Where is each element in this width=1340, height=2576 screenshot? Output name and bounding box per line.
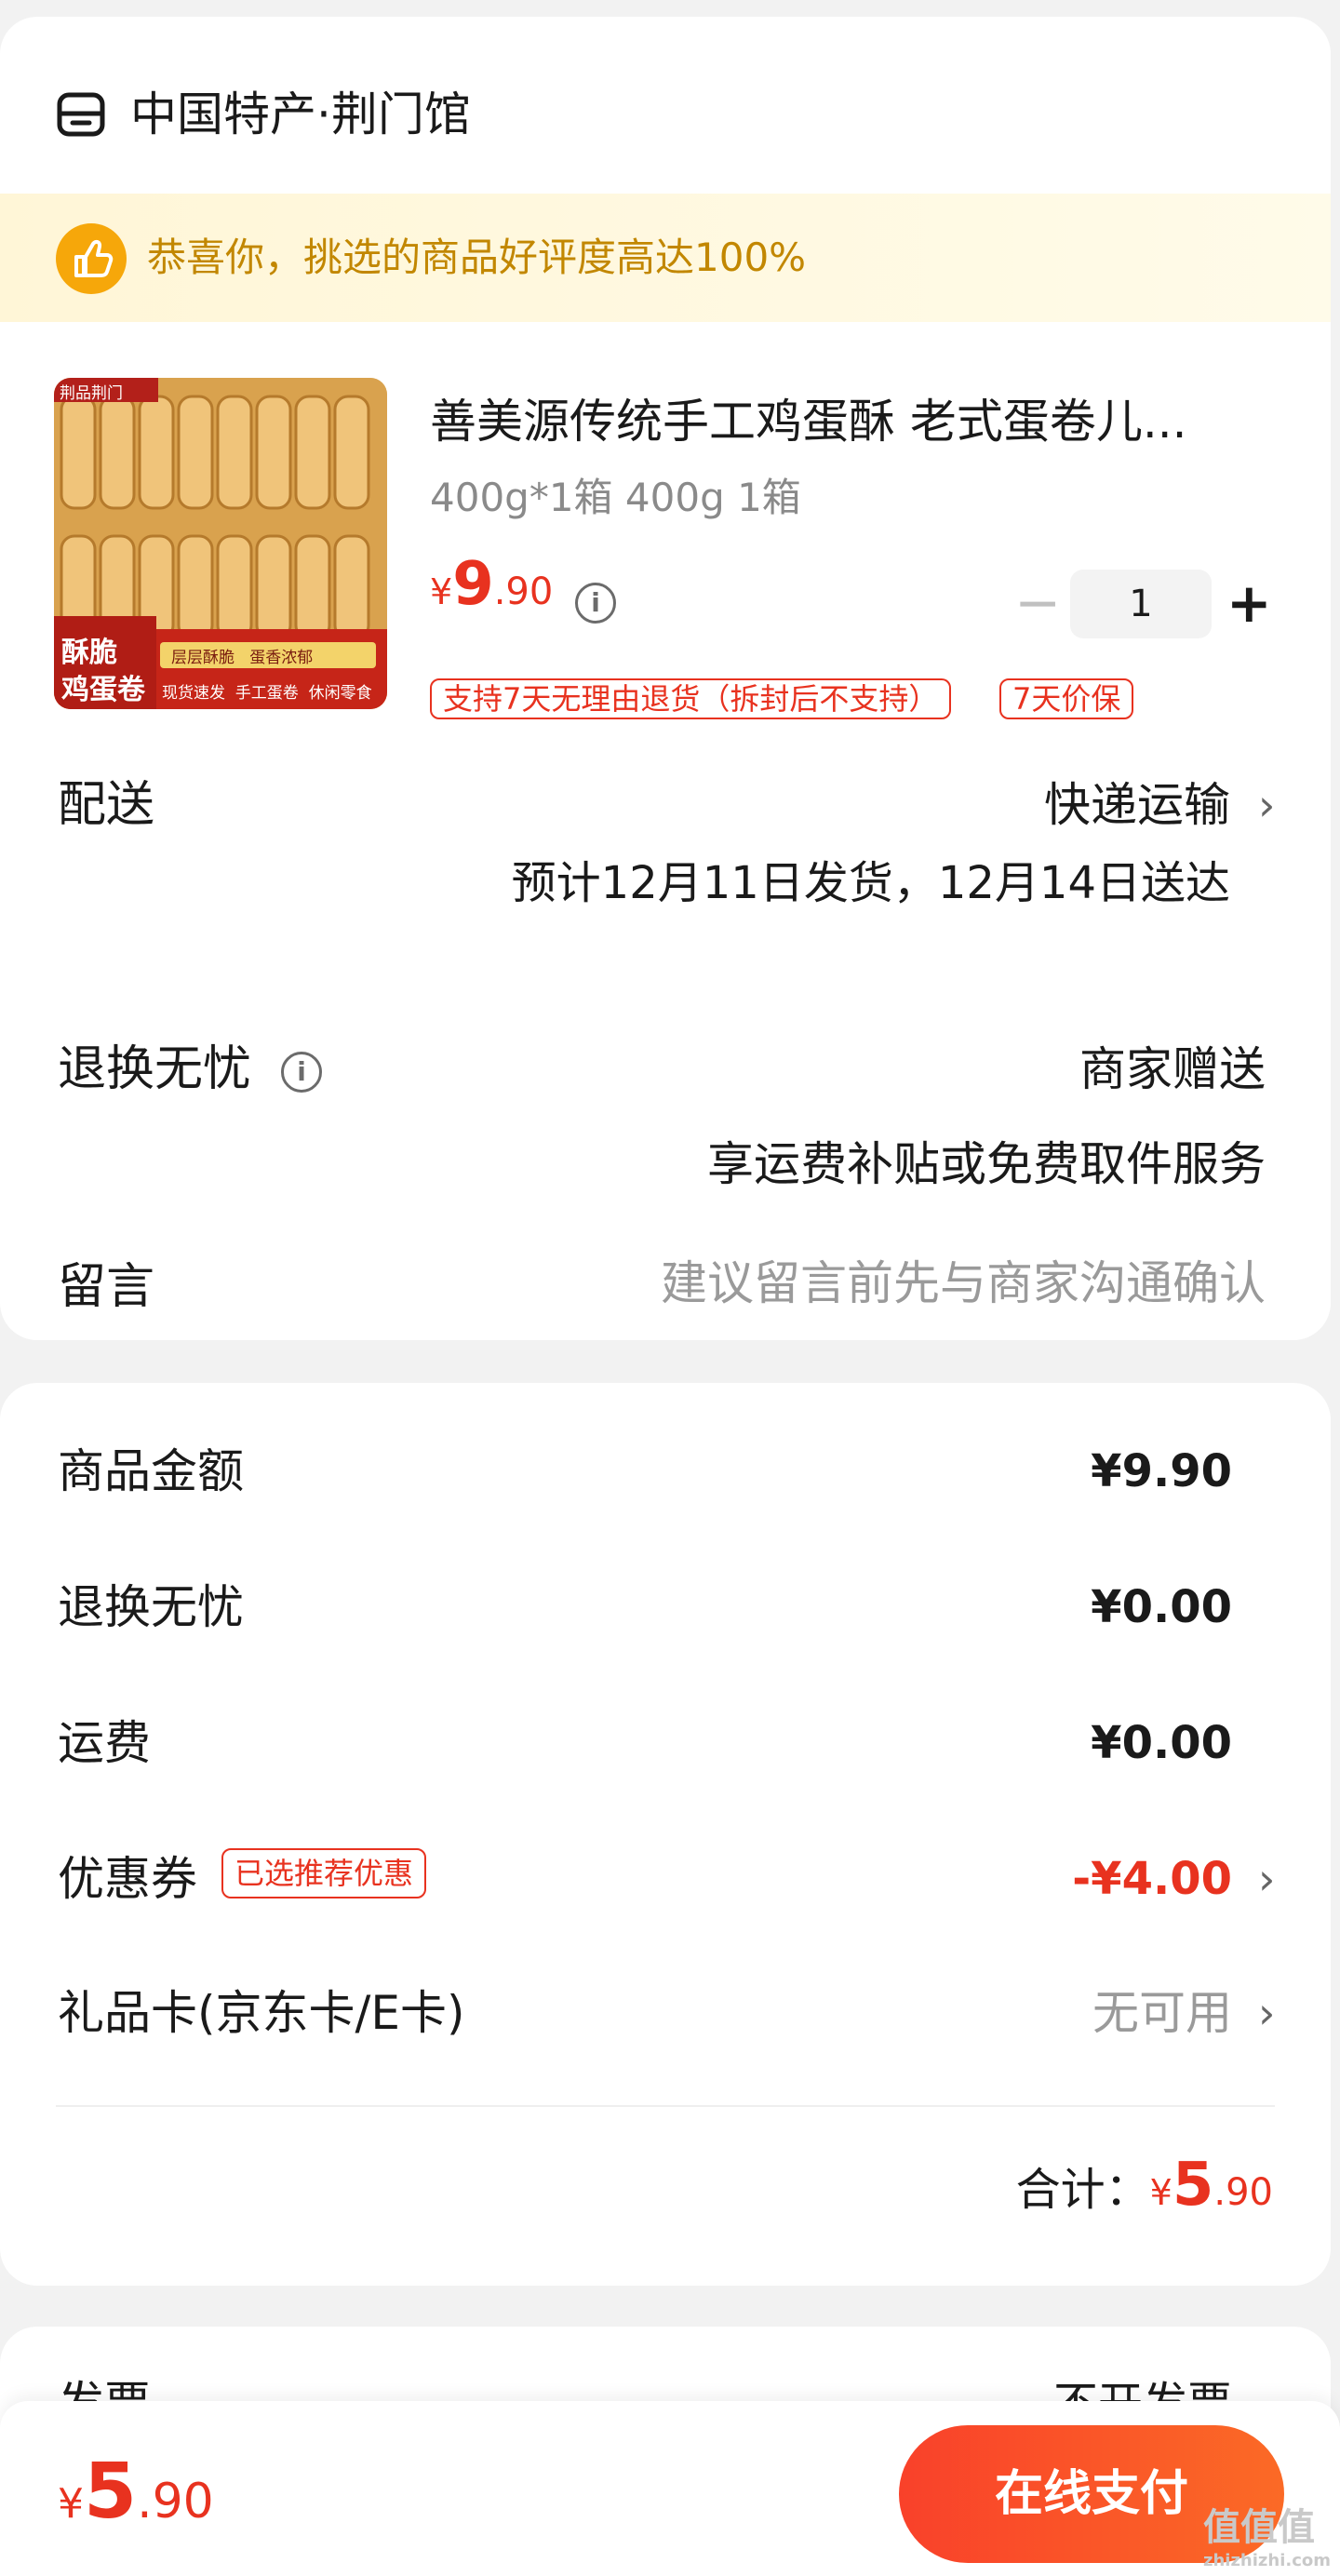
product-price: ¥9.90	[430, 547, 553, 637]
return-fee-label: 退换无忧	[58, 1580, 244, 1634]
goods-amount-value: ¥9.90	[1091, 1445, 1232, 1497]
summary-divider	[56, 2105, 1275, 2107]
coupon-label: 优惠券	[58, 1852, 197, 1906]
return-service-info-icon[interactable]: i	[281, 1052, 322, 1093]
shipping-fee-label: 运费	[58, 1716, 151, 1770]
store-name[interactable]: 中国特产·荆门馆	[130, 84, 471, 145]
product-image-features: 现货速发 手工蛋卷 休闲零食	[162, 679, 372, 703]
product-image-slogan4: 手工蛋卷	[234, 684, 299, 703]
giftcard-value[interactable]: 无可用	[1092, 1980, 1232, 2046]
price-protect-tag: 7天价保	[999, 678, 1134, 719]
checkout-price-int: 5	[84, 2448, 138, 2536]
product-spec[interactable]: 400g*1箱 400g 1箱	[430, 471, 801, 525]
goods-amount-label: 商品金额	[58, 1444, 244, 1498]
checkout-price-dec: .90	[137, 2474, 214, 2529]
watermark-sub: zhizhizhi.com	[1202, 2551, 1331, 2570]
product-image-brand: 荆品荆门	[60, 384, 123, 403]
coupon-value[interactable]: -¥4.00	[1072, 1846, 1232, 1912]
delivery-method[interactable]: 快递运输	[1044, 772, 1230, 838]
product-price-currency: ¥	[430, 571, 453, 612]
product-price-int: 9	[452, 550, 494, 619]
delivery-label: 配送	[58, 777, 155, 833]
rating-banner: 恭喜你，挑选的商品好评度高达100%	[0, 194, 1331, 322]
product-image-name1: 酥脆	[61, 637, 117, 669]
quantity-minus-button[interactable]: −	[1014, 575, 1061, 631]
message-input[interactable]: 建议留言前先与商家沟通确认	[661, 1251, 1266, 1316]
product-image-slogan: 层层酥脆 蛋香浓郁	[171, 644, 313, 667]
return-service-label: 退换无忧	[58, 1041, 252, 1097]
product-image-slogan2: 蛋香浓郁	[249, 649, 314, 667]
total-dec: .90	[1213, 2171, 1273, 2214]
price-summary-card: 商品金额 ¥9.90 退换无忧 ¥0.00 运费 ¥0.00 优惠券 已选推荐优…	[0, 1383, 1331, 2286]
coupon-chevron-icon[interactable]: ›	[1258, 1846, 1275, 1912]
delivery-estimate: 预计12月11日发货，12月14日送达	[511, 857, 1230, 909]
product-image-slogan5: 休闲零食	[308, 684, 372, 703]
checkout-bar: ¥5.90 在线支付 值值值 zhizhizhi.com	[0, 2401, 1340, 2576]
shipping-fee-value: ¥0.00	[1091, 1717, 1232, 1769]
total-int: 5	[1172, 2151, 1214, 2220]
return-policy-tag: 支持7天无理由退货（拆封后不支持）	[430, 678, 952, 719]
giftcard-chevron-icon[interactable]: ›	[1258, 1980, 1275, 2046]
thumbs-up-icon	[56, 223, 127, 294]
total-currency: ¥	[1149, 2172, 1172, 2213]
price-info-icon[interactable]: i	[575, 583, 616, 624]
product-image-name2: 鸡蛋卷	[61, 674, 145, 706]
product-image[interactable]: 荆品荆门 酥脆 鸡蛋卷 层层酥脆 蛋香浓郁 现货速发 手工蛋卷 休闲零食	[54, 378, 387, 709]
product-price-dec: .90	[493, 570, 554, 613]
return-fee-value: ¥0.00	[1091, 1581, 1232, 1633]
delivery-chevron-icon[interactable]: ›	[1258, 772, 1275, 838]
giftcard-label: 礼品卡(京东卡/E卡)	[58, 1986, 465, 2040]
order-card: 中国特产·荆门馆 恭喜你，挑选的商品好评度高达100% 荆品荆门 酥脆 鸡蛋卷 …	[0, 17, 1331, 1340]
watermark-text: 值值值	[1202, 2506, 1315, 2549]
checkout-price: ¥5.90	[58, 2446, 214, 2559]
product-title[interactable]: 善美源传统手工鸡蛋酥 老式蛋卷儿...	[430, 389, 1187, 454]
total-label: 合计：	[1015, 2164, 1150, 2216]
return-service-value: 商家赠送	[1079, 1042, 1266, 1096]
quantity-input[interactable]: 1	[1070, 570, 1212, 638]
return-service-desc: 享运费补贴或免费取件服务	[707, 1137, 1266, 1191]
watermark: 值值值 zhizhizhi.com	[1203, 2497, 1331, 2570]
product-image-slogan3: 现货速发	[162, 684, 225, 703]
product-image-slogan1: 层层酥脆	[171, 649, 234, 667]
coupon-tag: 已选推荐优惠	[221, 1848, 427, 1898]
checkout-price-currency: ¥	[58, 2480, 84, 2528]
rating-banner-text: 恭喜你，挑选的商品好评度高达100%	[147, 235, 807, 280]
total-row: 合计：¥5.90	[1016, 2148, 1273, 2237]
message-label: 留言	[58, 1259, 155, 1315]
store-icon	[57, 92, 105, 137]
quantity-plus-button[interactable]: +	[1226, 573, 1272, 633]
